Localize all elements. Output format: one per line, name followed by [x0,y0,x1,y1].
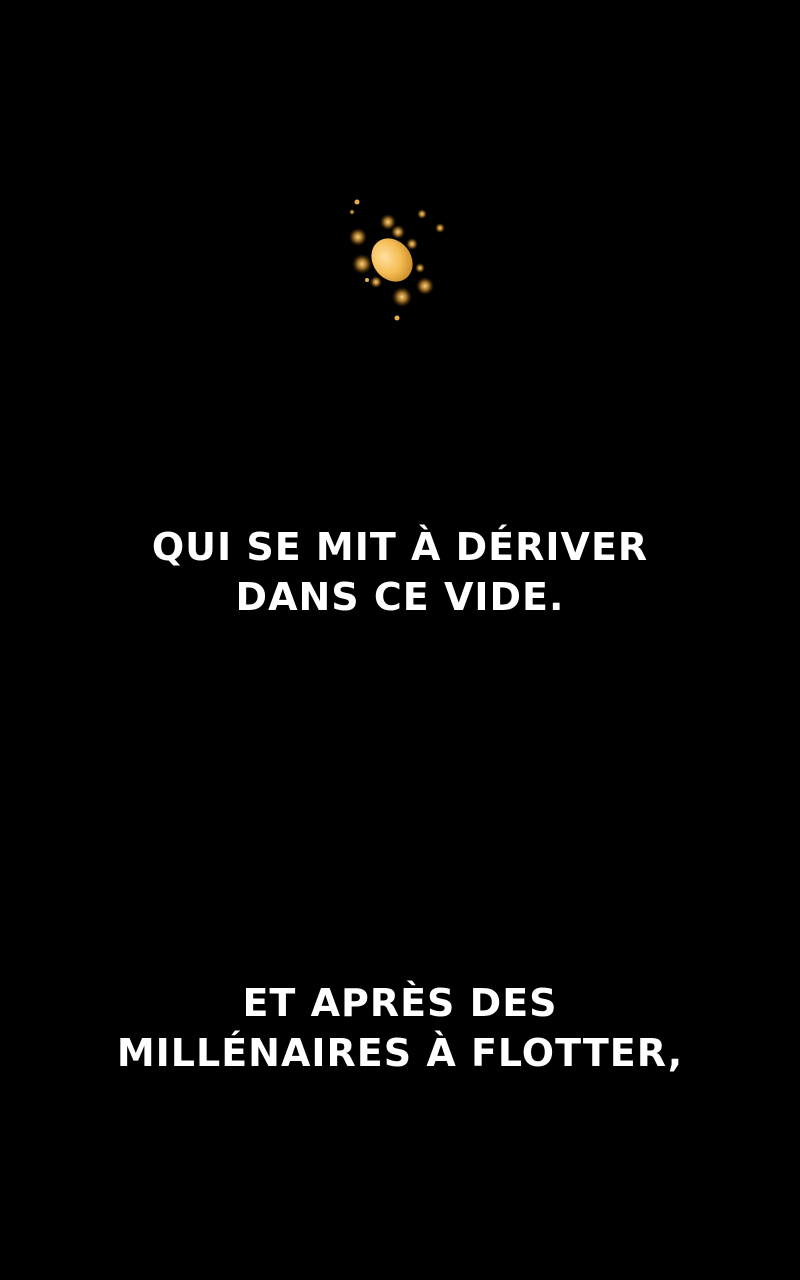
caption-line: MILLÉNAIRES À FLOTTER, [116,1031,684,1075]
narration-caption-drift: QUI SE MIT À DÉRIVER DANS CE VIDE. [0,522,800,622]
golden-orb-illustration [349,199,445,321]
comic-panel: QUI SE MIT À DÉRIVER DANS CE VIDE. ET AP… [0,0,800,1280]
caption-line: ET APRÈS DES [242,981,558,1025]
caption-line: QUI SE MIT À DÉRIVER [151,525,649,569]
caption-line: DANS CE VIDE. [235,575,565,619]
narration-caption-millennia: ET APRÈS DES MILLÉNAIRES À FLOTTER, [0,978,800,1078]
